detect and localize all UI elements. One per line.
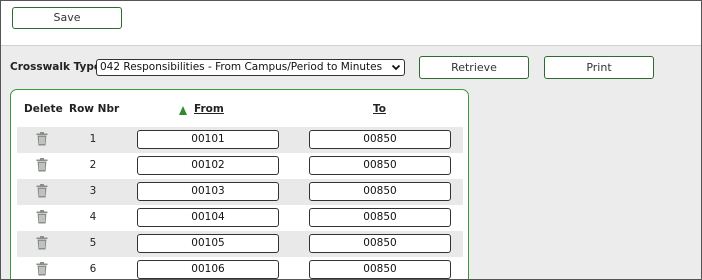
retrieve-button[interactable]: Retrieve xyxy=(419,56,529,79)
row-number: 2 xyxy=(89,159,97,171)
column-header-from[interactable]: From xyxy=(194,103,224,115)
sort-ascending-icon[interactable] xyxy=(179,106,187,115)
to-input[interactable]: 00850 xyxy=(309,156,451,175)
to-input[interactable]: 00850 xyxy=(309,260,451,279)
trash-icon[interactable] xyxy=(36,262,48,276)
column-header-delete: Delete xyxy=(24,103,63,115)
from-input[interactable]: 00101 xyxy=(137,130,279,149)
table-row: 4 00104 00850 xyxy=(17,205,463,231)
to-input[interactable]: 00850 xyxy=(309,130,451,149)
trash-icon[interactable] xyxy=(36,132,48,146)
row-number: 3 xyxy=(89,185,97,197)
chevron-down-icon xyxy=(391,60,401,80)
save-button[interactable]: Save xyxy=(12,7,122,29)
row-number: 4 xyxy=(89,211,97,223)
trash-icon[interactable] xyxy=(36,158,48,172)
to-input[interactable]: 00850 xyxy=(309,182,451,201)
to-input[interactable]: 00850 xyxy=(309,208,451,227)
table-row: 6 00106 00850 xyxy=(17,257,463,279)
table-row: 5 00105 00850 xyxy=(17,231,463,257)
from-input[interactable]: 00103 xyxy=(137,182,279,201)
toolbar: Save xyxy=(1,1,701,46)
row-number: 6 xyxy=(89,263,97,275)
crosswalk-type-value: 042 Responsibilities - From Campus/Perio… xyxy=(100,61,383,73)
column-header-row-nbr: Row Nbr xyxy=(69,103,120,115)
table-row: 1 00101 00850 xyxy=(17,127,463,153)
main-content: Crosswalk Type: 042 Responsibilities - F… xyxy=(1,46,701,279)
crosswalk-grid: Delete Row Nbr From To 1 00101 00850 2 0… xyxy=(10,89,469,279)
from-input[interactable]: 00106 xyxy=(137,260,279,279)
table-row: 3 00103 00850 xyxy=(17,179,463,205)
row-number: 1 xyxy=(89,133,97,145)
crosswalk-type-label: Crosswalk Type: xyxy=(10,61,106,73)
trash-icon[interactable] xyxy=(36,236,48,250)
table-row: 2 00102 00850 xyxy=(17,153,463,179)
to-input[interactable]: 00850 xyxy=(309,234,451,253)
trash-icon[interactable] xyxy=(36,210,48,224)
trash-icon[interactable] xyxy=(36,184,48,198)
row-number: 5 xyxy=(89,237,97,249)
crosswalk-type-select[interactable]: 042 Responsibilities - From Campus/Perio… xyxy=(96,59,405,76)
app-frame: Save Crosswalk Type: 042 Responsibilitie… xyxy=(0,0,702,280)
column-header-to[interactable]: To xyxy=(373,103,386,115)
from-input[interactable]: 00104 xyxy=(137,208,279,227)
from-input[interactable]: 00105 xyxy=(137,234,279,253)
from-input[interactable]: 00102 xyxy=(137,156,279,175)
print-button[interactable]: Print xyxy=(544,56,654,79)
